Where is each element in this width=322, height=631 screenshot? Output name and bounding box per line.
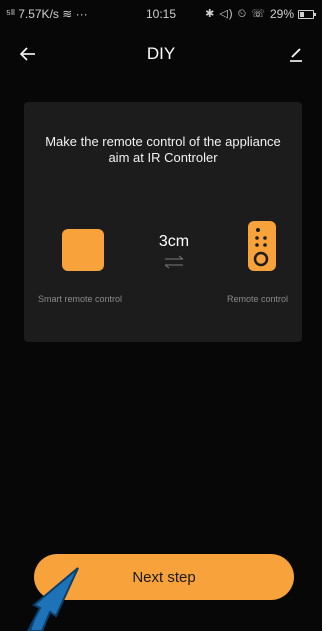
transfer-arrows-icon — [164, 255, 184, 269]
diy-screen: ⁵ᴵˡ 7.57K/s ≋ ··· 10:15 ✱ ◁) ⏲ ☏ 29% DIY… — [0, 0, 322, 631]
instruction-text: Make the remote control of the appliance… — [45, 134, 281, 165]
pencil-icon — [290, 48, 302, 62]
status-bar: ⁵ᴵˡ 7.57K/s ≋ ··· 10:15 ✱ ◁) ⏲ ☏ 29% — [0, 0, 322, 30]
header: DIY — [0, 32, 322, 76]
distance-label: 3cm — [158, 233, 190, 250]
instruction-card: Make the remote control of the appliance… — [24, 102, 302, 342]
battery-icon — [298, 9, 316, 19]
next-step-label: Next step — [132, 568, 196, 586]
smart-remote-label: Smart remote control — [38, 294, 123, 304]
battery-percent: 29% — [269, 7, 294, 21]
next-step-button[interactable]: Next step — [34, 554, 294, 600]
status-icons: ✱ ◁) ⏲ ☏ — [205, 8, 266, 20]
edit-button[interactable] — [282, 40, 310, 68]
remote-control-icon — [248, 221, 276, 271]
page-title: DIY — [146, 44, 176, 63]
smart-remote-device-icon — [62, 229, 104, 271]
remote-control-label: Remote control — [226, 294, 288, 304]
status-right: ✱ ◁) ⏲ ☏ 29% — [205, 7, 316, 21]
